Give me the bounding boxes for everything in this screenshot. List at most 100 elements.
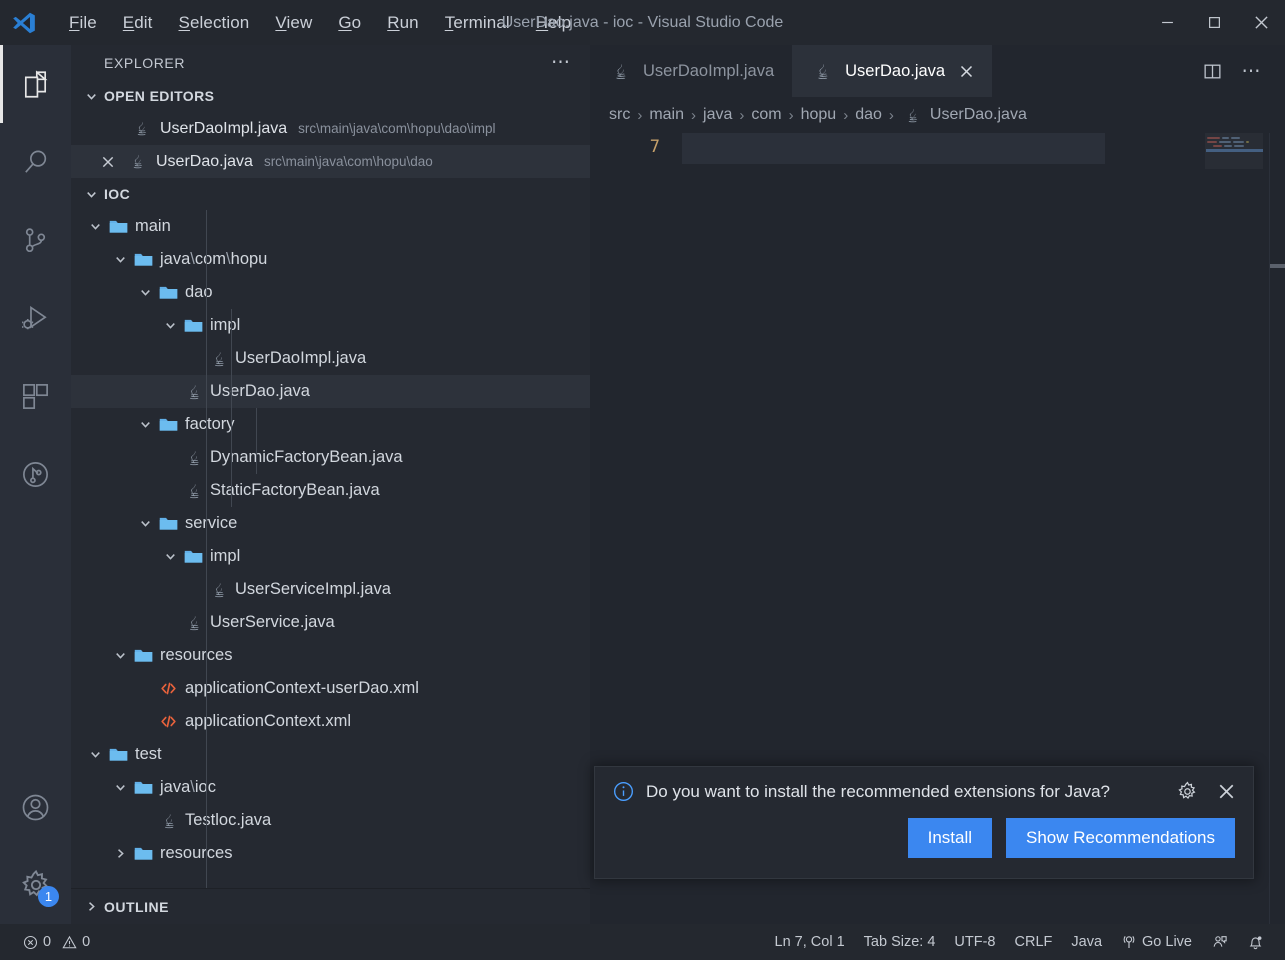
breadcrumb-item-com[interactable]: com — [748, 106, 784, 124]
activity-search-icon[interactable] — [0, 123, 71, 201]
minimap-slider[interactable] — [1205, 133, 1263, 169]
menu-go[interactable]: Go — [325, 9, 374, 37]
tree-file-applicationContext-xml[interactable]: applicationContext.xml — [71, 705, 590, 738]
file-tree: main java\com\hopu dao impl UserDaoImpl.java… — [71, 210, 590, 888]
tree-folder-java-com-hopu[interactable]: java\com\hopu — [71, 243, 590, 276]
tab-userdaoimpl-java[interactable]: UserDaoImpl.java — [590, 45, 792, 97]
folder-icon — [131, 843, 156, 864]
tree-indent-guide — [206, 210, 207, 888]
menu-selection[interactable]: Selection — [166, 9, 263, 37]
section-open-editors[interactable]: OPEN EDITORS — [71, 80, 590, 112]
tree-folder-test[interactable]: test — [71, 738, 590, 771]
breadcrumb-item-hopu[interactable]: hopu — [798, 106, 840, 124]
tree-folder-dao[interactable]: dao — [71, 276, 590, 309]
activity-extensions-icon[interactable] — [0, 357, 71, 435]
section-outline[interactable]: OUTLINE — [71, 888, 590, 924]
activity-run-debug-icon[interactable] — [0, 279, 71, 357]
minimize-button[interactable] — [1144, 0, 1191, 45]
chevron-down-icon[interactable] — [110, 649, 131, 662]
status-cursor-position[interactable]: Ln 7, Col 1 — [766, 930, 854, 954]
chevron-down-icon[interactable] — [85, 220, 106, 233]
tree-file-UserDaoImpl-java[interactable]: UserDaoImpl.java — [71, 342, 590, 375]
chevron-down-icon[interactable] — [85, 748, 106, 761]
tree-folder-java-ioc[interactable]: java\ioc — [71, 771, 590, 804]
activity-accounts-icon[interactable] — [0, 768, 71, 846]
tree-file-applicationContext-userDao-xml[interactable]: applicationContext-userDao.xml — [71, 672, 590, 705]
menu-help[interactable]: Help — [523, 9, 584, 37]
activity-explorer-icon[interactable] — [0, 45, 71, 123]
tree-folder-impl[interactable]: impl — [71, 309, 590, 342]
tree-file-UserService-java[interactable]: UserService.java — [71, 606, 590, 639]
error-count: 0 — [43, 934, 52, 950]
notification-gear-icon[interactable] — [1173, 781, 1202, 802]
status-encoding[interactable]: UTF-8 — [945, 930, 1004, 954]
status-eol[interactable]: CRLF — [1006, 930, 1062, 954]
chevron-down-icon[interactable] — [160, 550, 181, 563]
scrollbar-thumb[interactable] — [1270, 264, 1285, 268]
status-bar-right: Ln 7, Col 1 Tab Size: 4 UTF-8 CRLF Java … — [766, 930, 1285, 955]
show-recommendations-button[interactable]: Show Recommendations — [1006, 818, 1235, 858]
menu-terminal[interactable]: Terminal — [432, 9, 523, 37]
sidebar-title: EXPLORER — [104, 54, 186, 71]
status-bar: 0 0 Ln 7, Col 1 Tab Size: 4 UTF-8 CRLF J… — [0, 924, 1285, 960]
explorer-sidebar: EXPLORER ⋯ OPEN EDITORS UserDaoImpl.java… — [71, 45, 590, 924]
tree-folder-main[interactable]: main — [71, 210, 590, 243]
install-button[interactable]: Install — [907, 818, 993, 858]
close-editor-icon[interactable] — [97, 155, 119, 169]
maximize-button[interactable] — [1191, 0, 1238, 45]
tree-item-label: dao — [185, 283, 213, 301]
tree-file-UserServiceImpl-java[interactable]: UserServiceImpl.java — [71, 573, 590, 606]
chevron-down-icon[interactable] — [135, 517, 156, 530]
tree-folder-impl[interactable]: impl — [71, 540, 590, 573]
tab-close-icon[interactable] — [959, 64, 974, 79]
tree-file-UserDao-java[interactable]: UserDao.java — [71, 375, 590, 408]
status-feedback[interactable] — [1202, 930, 1237, 955]
java-icon — [900, 107, 925, 124]
editor-vertical-scrollbar[interactable] — [1270, 133, 1285, 924]
status-problems[interactable]: 0 0 — [14, 930, 99, 954]
notification-close-icon[interactable] — [1214, 783, 1239, 800]
tree-file-DynamicFactoryBean-java[interactable]: DynamicFactoryBean.java — [71, 441, 590, 474]
open-editor-item[interactable]: UserDaoImpl.java src\main\java\com\hopu\… — [71, 112, 590, 145]
tree-folder-factory[interactable]: factory — [71, 408, 590, 441]
menu-run[interactable]: Run — [374, 9, 432, 37]
chevron-down-icon[interactable] — [135, 286, 156, 299]
tree-file-Testloc-java[interactable]: Testloc.java — [71, 804, 590, 837]
chevron-down-icon[interactable] — [110, 781, 131, 794]
menu-view[interactable]: View — [262, 9, 325, 37]
open-editor-item[interactable]: UserDao.java src\main\java\com\hopu\dao — [71, 145, 590, 178]
java-icon — [125, 153, 150, 170]
activity-gitlens-icon[interactable] — [0, 435, 71, 513]
breadcrumb-item-file[interactable]: UserDao.java — [927, 106, 1030, 124]
tree-folder-resources[interactable]: resources — [71, 837, 590, 870]
chevron-down-icon[interactable] — [160, 319, 181, 332]
menu-edit[interactable]: Edit — [110, 9, 166, 37]
breadcrumb-item-java[interactable]: java — [700, 106, 735, 124]
breadcrumb-item-dao[interactable]: dao — [852, 106, 885, 124]
breadcrumb-item-main[interactable]: main — [646, 106, 687, 124]
activity-manage-gear-icon[interactable]: 1 — [0, 846, 71, 924]
activity-source-control-icon[interactable] — [0, 201, 71, 279]
breadcrumb-separator: › — [888, 106, 894, 124]
tree-folder-resources[interactable]: resources — [71, 639, 590, 672]
breadcrumb-item-src[interactable]: src — [606, 106, 633, 124]
split-editor-icon[interactable] — [1195, 54, 1229, 88]
tree-folder-service[interactable]: service — [71, 507, 590, 540]
section-workspace-root[interactable]: IOC — [71, 178, 590, 210]
menu-file[interactable]: File — [56, 9, 110, 37]
close-window-button[interactable] — [1238, 0, 1285, 45]
chevron-down-icon[interactable] — [135, 418, 156, 431]
tab-userdao-java[interactable]: UserDao.java — [792, 45, 993, 97]
tree-file-StaticFactoryBean-java[interactable]: StaticFactoryBean.java — [71, 474, 590, 507]
more-actions-icon[interactable]: ⋯ — [1235, 54, 1269, 88]
chevron-right-icon[interactable] — [110, 847, 131, 860]
sidebar-more-actions-icon[interactable]: ⋯ — [545, 53, 578, 72]
status-notifications-bell[interactable] — [1238, 930, 1273, 955]
chevron-down-icon[interactable] — [110, 253, 131, 266]
status-language-mode[interactable]: Java — [1062, 930, 1111, 954]
java-icon — [206, 581, 231, 599]
status-go-live[interactable]: Go Live — [1112, 930, 1201, 954]
status-indentation[interactable]: Tab Size: 4 — [855, 930, 945, 954]
notification-buttons: Install Show Recommendations — [595, 812, 1253, 878]
tree-item-label: UserServiceImpl.java — [235, 580, 391, 598]
